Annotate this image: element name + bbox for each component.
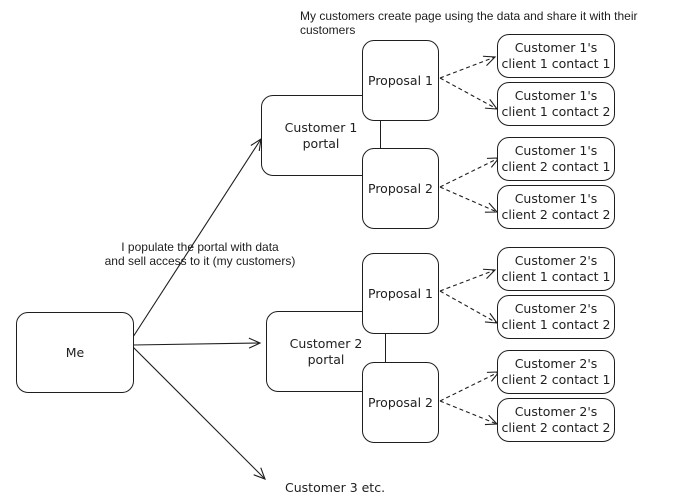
c1-proposal2-node[interactable]: Proposal 2 bbox=[362, 148, 439, 229]
c2-p2-contact1-node[interactable]: Customer 2's client 2 contact 1 bbox=[497, 350, 615, 394]
edge-me-customer1 bbox=[132, 137, 262, 338]
c2-proposal2-node[interactable]: Proposal 2 bbox=[362, 362, 439, 443]
edge-c1p1-contact1 bbox=[439, 55, 497, 79]
c1-p2-contact2-node[interactable]: Customer 1's client 2 contact 2 bbox=[497, 185, 615, 229]
c2-p2-contact2-node[interactable]: Customer 2's client 2 contact 2 bbox=[497, 398, 615, 442]
edge-c2p1-contact1 bbox=[439, 268, 497, 292]
c2-p1-contact2-node[interactable]: Customer 2's client 1 contact 2 bbox=[497, 295, 615, 339]
edge-c1p1-contact2 bbox=[439, 77, 499, 110]
c1-p1-contact2-node[interactable]: Customer 1's client 1 contact 2 bbox=[497, 82, 615, 126]
c1-proposal1-node[interactable]: Proposal 1 bbox=[362, 40, 439, 121]
c1-p1-contact1-node[interactable]: Customer 1's client 1 contact 1 bbox=[497, 34, 615, 78]
c2-p1-contact1-node[interactable]: Customer 2's client 1 contact 1 bbox=[497, 247, 615, 291]
c2-proposal1-node[interactable]: Proposal 1 bbox=[362, 253, 439, 334]
edge-c2p2-contact2 bbox=[439, 400, 499, 426]
c1-p2-contact1-node[interactable]: Customer 1's client 2 contact 1 bbox=[497, 137, 615, 181]
me-node[interactable]: Me bbox=[16, 312, 134, 393]
edge-c2p1-contact2 bbox=[439, 290, 499, 324]
edge-me-customer3 bbox=[132, 346, 266, 480]
edge-c2p2-contact1 bbox=[439, 371, 501, 402]
edge-c1p2-contact2 bbox=[439, 186, 499, 213]
edge-c1p2-contact1 bbox=[439, 157, 501, 188]
annotation-top: My customers create page using the data … bbox=[300, 9, 638, 37]
annotation-middle: I populate the portal with data and sell… bbox=[104, 240, 296, 268]
customer3-label: Customer 3 etc. bbox=[285, 480, 386, 495]
edge-me-customer2 bbox=[132, 337, 262, 349]
